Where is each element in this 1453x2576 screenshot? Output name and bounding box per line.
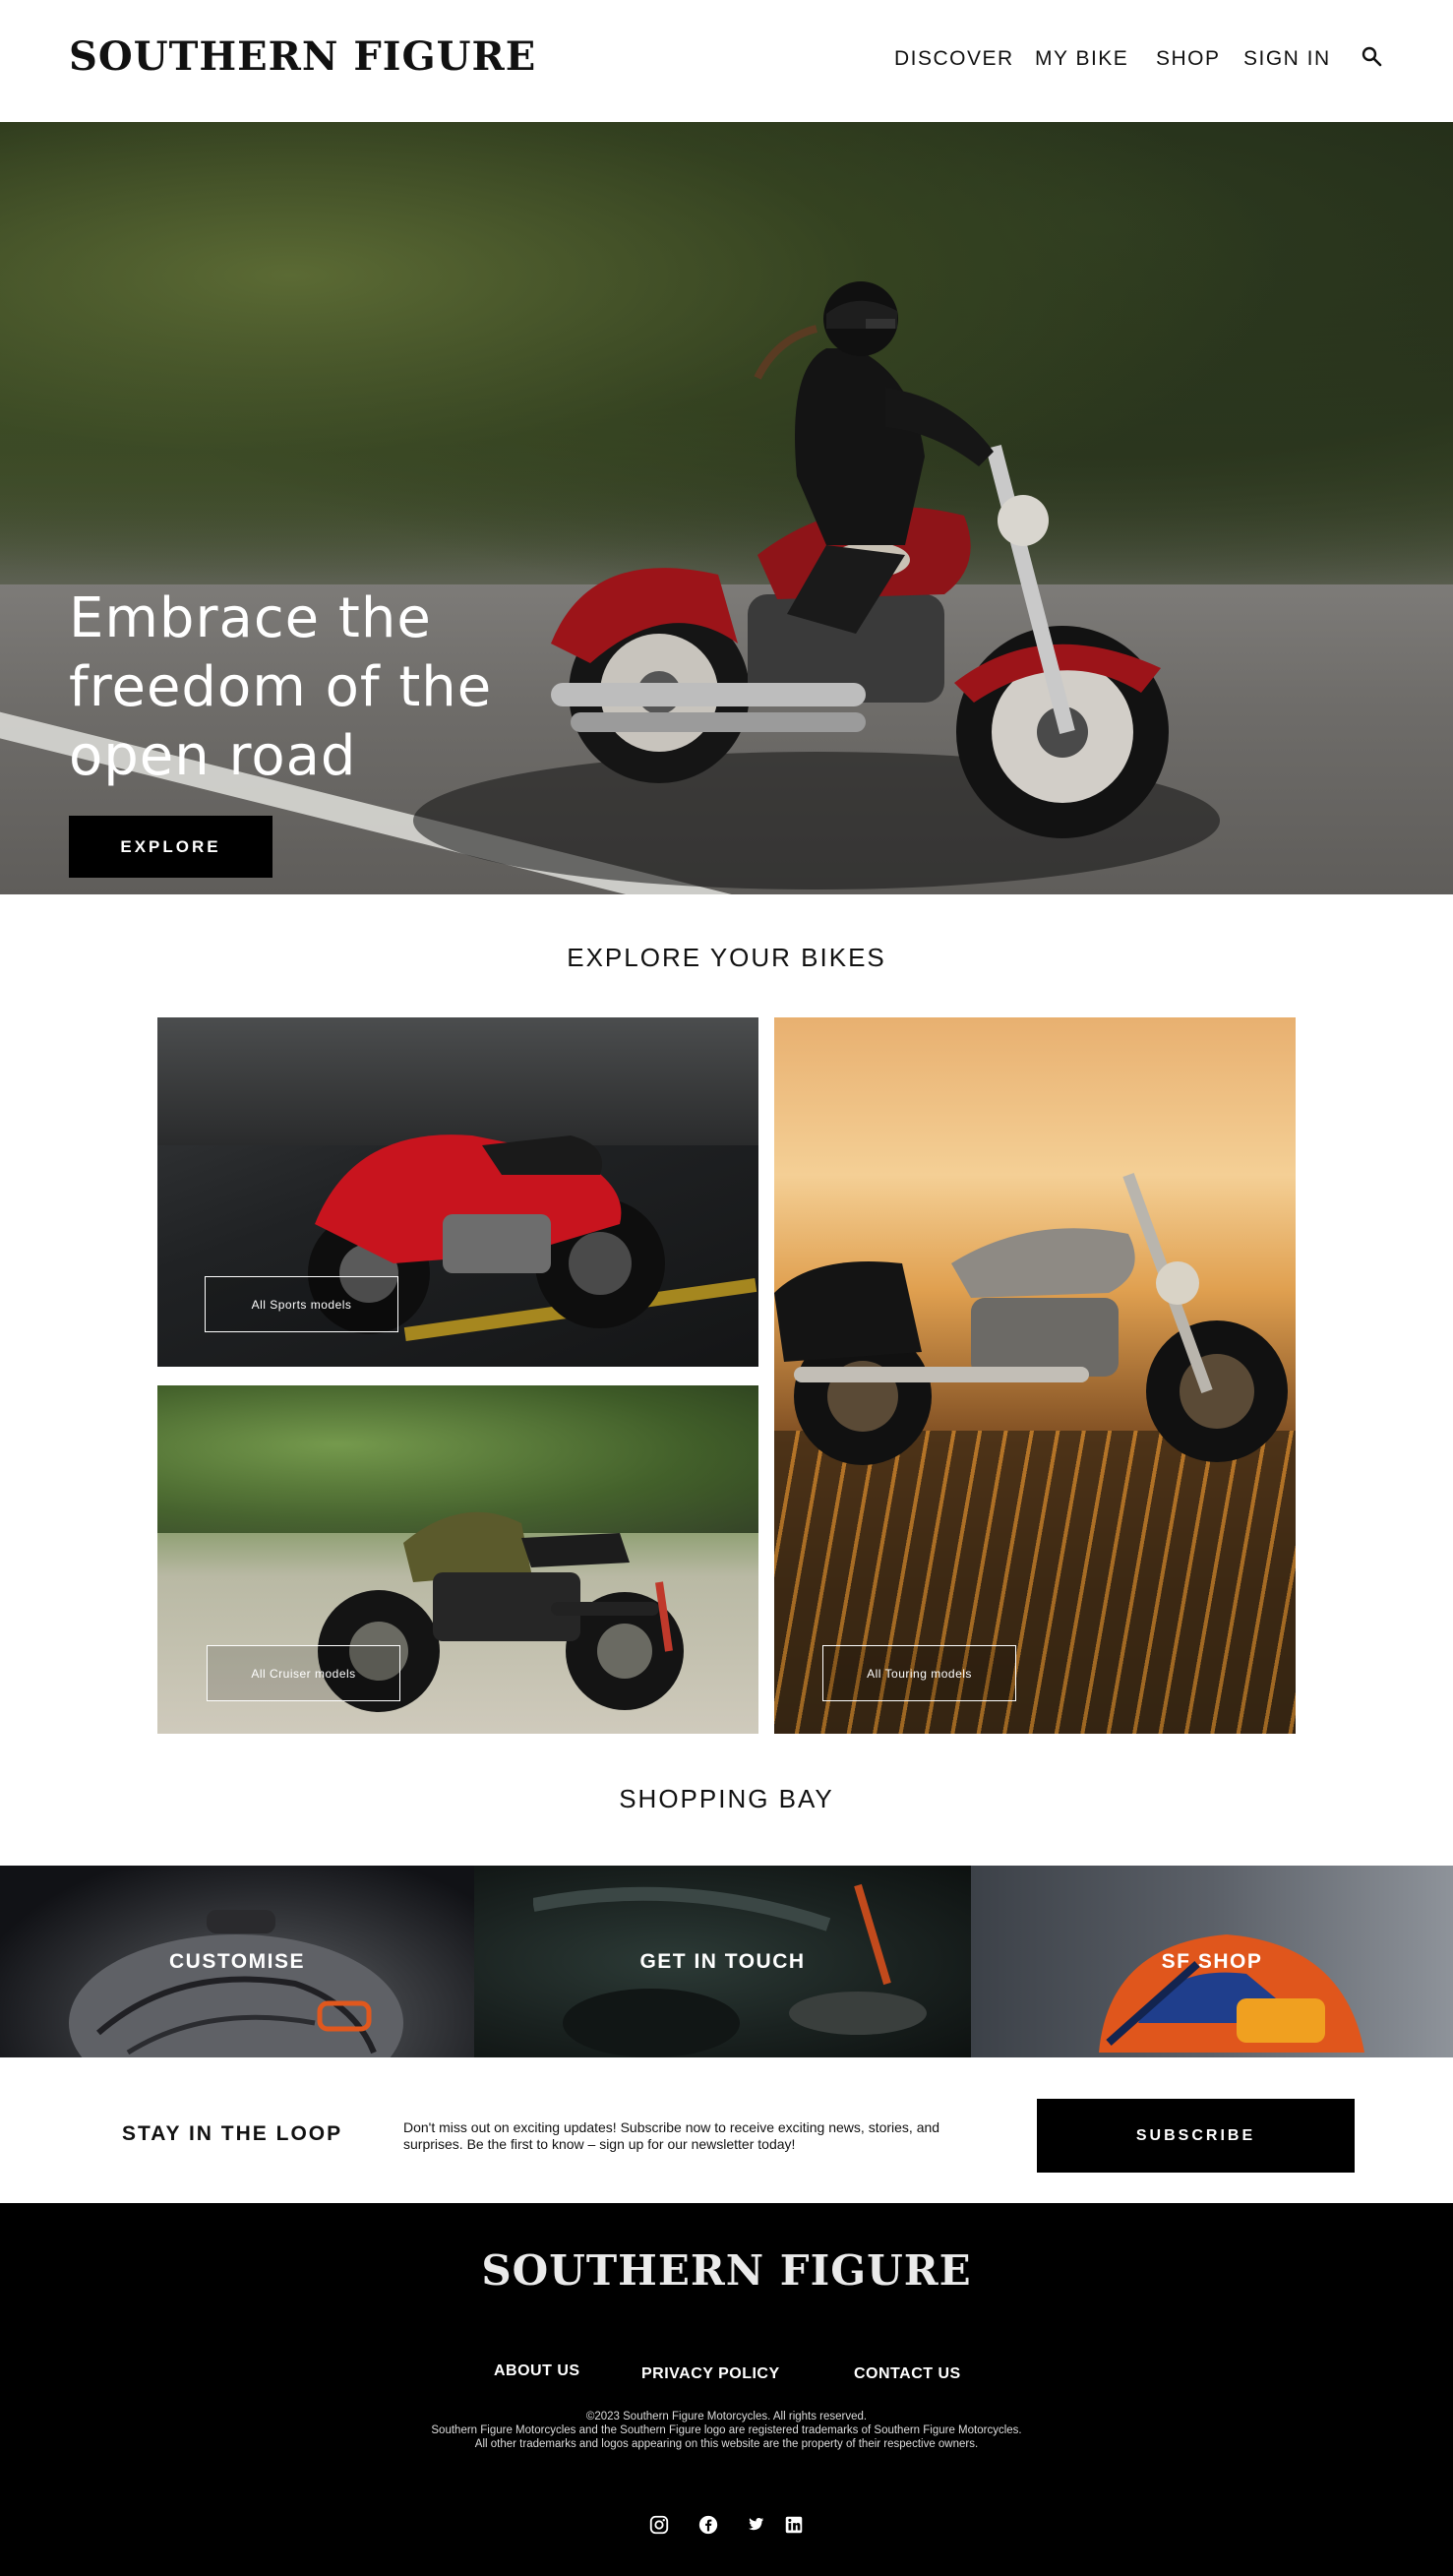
site-footer: SOUTHERN FIGURE <box>0 2203 1453 2576</box>
facebook-icon[interactable] <box>697 2514 719 2536</box>
customise-label: CUSTOMISE <box>169 1949 305 1973</box>
nav-sign-in[interactable]: SIGN IN <box>1243 47 1331 71</box>
shopping-section-title: SHOPPING BAY <box>619 1784 834 1813</box>
get-in-touch-panel[interactable]: GET IN TOUCH <box>474 1866 971 2057</box>
linkedin-icon[interactable] <box>783 2514 805 2536</box>
footer-link-about[interactable]: ABOUT US <box>494 2362 580 2380</box>
explore-button[interactable]: EXPLORE <box>69 816 272 878</box>
hero-headline: Embrace the freedom of the open road <box>69 586 493 788</box>
touring-bike-image <box>774 1172 1288 1465</box>
brand-logo[interactable]: SOUTHERN FIGURE <box>69 33 536 80</box>
legal-line-copyright: ©2023 Southern Figure Motorcycles. All r… <box>585 2411 868 2423</box>
newsletter-description: Don't miss out on exciting updates! Subs… <box>403 2119 940 2152</box>
touring-models-button[interactable]: All Touring models <box>822 1645 1016 1701</box>
twitter-icon[interactable] <box>744 2514 765 2536</box>
footer-link-contact[interactable]: CONTACT US <box>854 2365 961 2383</box>
sports-models-button[interactable]: All Sports models <box>205 1276 398 1332</box>
hero-banner: Embrace the freedom of the open road EXP… <box>0 122 1453 894</box>
legal-line-trademark: Southern Figure Motorcycles and the Sout… <box>431 2424 1022 2436</box>
cruiser-models-button[interactable]: All Cruiser models <box>207 1645 400 1701</box>
cruiser-models-tile[interactable]: All Cruiser models <box>157 1385 758 1734</box>
newsletter-title: STAY IN THE LOOP <box>122 2122 343 2145</box>
sf-shop-label: SF SHOP <box>1161 1949 1263 1973</box>
customise-panel[interactable]: CUSTOMISE <box>0 1866 474 2057</box>
get-in-touch-label: GET IN TOUCH <box>639 1949 806 1973</box>
footer-legal: ©2023 Southern Figure Motorcycles. All r… <box>0 2410 1453 2451</box>
explore-section-title: EXPLORE YOUR BIKES <box>567 943 886 972</box>
helmet-image <box>1099 1934 1364 2053</box>
hero-motorcycle-image <box>551 281 1169 838</box>
instagram-icon[interactable] <box>648 2514 670 2536</box>
footer-link-privacy[interactable]: PRIVACY POLICY <box>641 2365 780 2383</box>
nav-my-bike[interactable]: MY BIKE <box>1035 47 1128 71</box>
subscribe-button[interactable]: SUBSCRIBE <box>1037 2099 1355 2173</box>
touring-models-tile[interactable]: All Touring models <box>774 1017 1296 1734</box>
customise-tank-image <box>69 1910 403 2057</box>
footer-logo[interactable]: SOUTHERN FIGURE <box>0 2246 1453 2295</box>
sports-models-tile[interactable]: All Sports models <box>157 1017 758 1367</box>
nav-discover[interactable]: DISCOVER <box>894 47 1014 71</box>
search-icon[interactable] <box>1361 45 1384 69</box>
legal-line-other: All other trademarks and logos appearing… <box>474 2438 979 2450</box>
newsletter-section: STAY IN THE LOOP Don't miss out on excit… <box>0 2057 1453 2203</box>
sf-shop-panel[interactable]: SF SHOP <box>971 1866 1453 2057</box>
nav-shop[interactable]: SHOP <box>1156 47 1221 71</box>
site-header: SOUTHERN FIGURE DISCOVER MY BIKE SHOP SI… <box>0 0 1453 122</box>
